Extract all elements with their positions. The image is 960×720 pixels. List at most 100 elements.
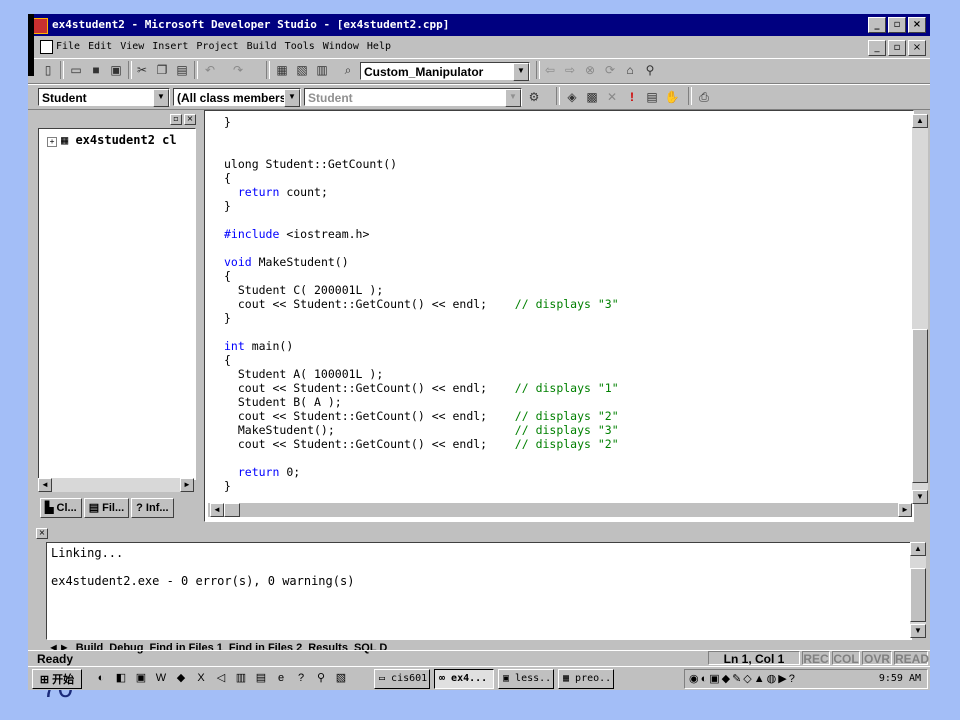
scroll-down-button[interactable]: ▼ xyxy=(912,490,928,504)
scroll-left-button[interactable]: ◄ xyxy=(38,478,52,492)
task-button-lesson[interactable]: ▣ less... xyxy=(498,669,554,689)
quicklaunch-icon[interactable]: ▤ xyxy=(254,671,268,685)
new-file-icon[interactable]: ▯ xyxy=(40,62,56,78)
close-button[interactable]: × xyxy=(908,17,926,33)
undo-icon[interactable]: ↶ xyxy=(202,62,218,78)
find-combo[interactable]: Custom_Manipulator ▼ xyxy=(360,62,530,81)
chevron-down-icon[interactable]: ▼ xyxy=(153,89,169,107)
menu-item-help[interactable]: Help xyxy=(367,41,391,52)
home-icon[interactable]: ⌂ xyxy=(622,62,638,78)
class-combo[interactable]: Student ▼ xyxy=(38,88,170,107)
chevron-down-icon[interactable]: ▼ xyxy=(284,89,300,107)
scroll-right-button[interactable]: ► xyxy=(898,503,912,517)
editor-vertical-scrollbar[interactable]: ▲ ▼ xyxy=(912,114,928,504)
tab-classview[interactable]: ▙ Cl... xyxy=(40,498,82,518)
maximize-button[interactable]: ▫ xyxy=(888,17,906,33)
quicklaunch-icon[interactable]: ◐ xyxy=(94,671,108,685)
title-bar[interactable]: ex4student2 - Microsoft Developer Studio… xyxy=(28,14,930,36)
save-icon[interactable]: ■ xyxy=(88,62,104,78)
forward-arrow-icon[interactable]: ⇨ xyxy=(562,62,578,78)
quicklaunch-icon[interactable]: ◧ xyxy=(114,671,128,685)
document-icon[interactable] xyxy=(40,40,53,54)
tray-icons[interactable]: ◉◐▣◆✎◇▲◍▶? xyxy=(689,672,797,685)
chevron-down-icon[interactable]: ▼ xyxy=(505,89,521,107)
speaker-icon[interactable]: ◁ xyxy=(214,671,228,685)
window-list-icon[interactable]: ▥ xyxy=(314,62,330,78)
browser-icon[interactable]: e xyxy=(274,671,288,685)
stop-build-icon[interactable]: ✕ xyxy=(604,89,620,105)
redo-icon[interactable]: ↷ xyxy=(230,62,246,78)
menu-item-insert[interactable]: Insert xyxy=(152,41,188,52)
binoculars-icon[interactable]: ⚲ xyxy=(642,62,658,78)
back-arrow-icon[interactable]: ⇦ xyxy=(542,62,558,78)
task-button-cis601[interactable]: ▭ cis601 xyxy=(374,669,430,689)
app-icon[interactable] xyxy=(32,18,48,34)
doc-minimize-button[interactable]: _ xyxy=(868,40,886,56)
output-box[interactable]: Linking... ex4student2.exe - 0 error(s), … xyxy=(46,542,912,640)
chevron-down-icon[interactable]: ▼ xyxy=(513,63,529,81)
word-icon[interactable]: W xyxy=(154,671,168,685)
output-close-button[interactable]: × xyxy=(36,528,48,539)
excel-icon[interactable]: X xyxy=(194,671,208,685)
doc-restore-button[interactable]: ▫ xyxy=(888,40,906,56)
quicklaunch-icon[interactable]: ▣ xyxy=(134,671,148,685)
start-button[interactable]: ⊞ 开始 xyxy=(32,669,82,689)
scroll-up-button[interactable]: ▲ xyxy=(912,114,928,128)
task-button-preo[interactable]: ▦ preo... xyxy=(558,669,614,689)
doc-close-button[interactable]: × xyxy=(908,40,926,56)
paste-icon[interactable]: ▤ xyxy=(174,62,190,78)
menu-item-tools[interactable]: Tools xyxy=(285,41,315,52)
go-icon[interactable]: ▤ xyxy=(644,89,660,105)
tab-infoview[interactable]: ? Inf... xyxy=(131,498,174,518)
execute-icon[interactable]: ! xyxy=(624,89,640,105)
output-scrollbar[interactable]: ▲ ▼ xyxy=(910,542,926,638)
task-button-devstudio[interactable]: ∞ ex4... xyxy=(434,669,494,689)
expand-icon[interactable]: + xyxy=(47,137,57,147)
scroll-thumb[interactable] xyxy=(910,568,926,622)
scroll-right-button[interactable]: ► xyxy=(180,478,194,492)
find-in-files-icon[interactable]: ⌕ xyxy=(340,62,356,78)
workspace-window-icon[interactable]: ▦ xyxy=(274,62,290,78)
search-icon[interactable]: ⚲ xyxy=(314,671,328,685)
scroll-up-button[interactable]: ▲ xyxy=(910,542,926,556)
tab-fileview[interactable]: ▤ Fil... xyxy=(83,498,130,518)
menu-item-edit[interactable]: Edit xyxy=(88,41,112,52)
menu-item-file[interactable]: File xyxy=(56,41,80,52)
workspace-maximize-button[interactable]: ▫ xyxy=(170,114,182,125)
scroll-down-button[interactable]: ▼ xyxy=(910,624,926,638)
wizard-action-icon[interactable]: ⚙ xyxy=(526,89,542,105)
help-icon[interactable]: ? xyxy=(294,671,308,685)
quicklaunch-icon[interactable]: ▥ xyxy=(234,671,248,685)
copy-icon[interactable]: ❐ xyxy=(154,62,170,78)
tree-root-node[interactable]: + ▦ ex4student2 cl xyxy=(47,133,177,147)
menu-item-view[interactable]: View xyxy=(120,41,144,52)
member-combo[interactable]: Student ▼ xyxy=(304,88,522,107)
workspace-close-button[interactable]: × xyxy=(184,114,196,125)
code-editor[interactable]: } ulong Student::GetCount(){ return count… xyxy=(204,110,914,522)
taskbar: ⊞ 开始 ◐ ◧ ▣ W ◆ X ◁ ▥ ▤ e ? ⚲ ▧ ▭ cis601 … xyxy=(28,666,930,690)
quicklaunch-icon[interactable]: ◆ xyxy=(174,671,188,685)
workspace-scrollbar[interactable]: ◄ ► xyxy=(38,478,194,492)
breakpoint-hand-icon[interactable]: ✋ xyxy=(664,89,680,105)
save-all-icon[interactable]: ▣ xyxy=(108,62,124,78)
open-folder-icon[interactable]: ▭ xyxy=(68,62,84,78)
menu-item-window[interactable]: Window xyxy=(323,41,359,52)
output-window-icon[interactable]: ▧ xyxy=(294,62,310,78)
cut-icon[interactable]: ✂ xyxy=(134,62,150,78)
refresh-icon[interactable]: ⟳ xyxy=(602,62,618,78)
tree-root-label: ex4student2 cl xyxy=(75,133,177,147)
stop-icon[interactable]: ⊗ xyxy=(582,62,598,78)
quicklaunch-icon[interactable]: ▧ xyxy=(334,671,348,685)
build-icon[interactable]: ▩ xyxy=(584,89,600,105)
minimize-button[interactable]: _ xyxy=(868,17,886,33)
print-icon[interactable]: ⎙ xyxy=(696,89,712,105)
scroll-left-button[interactable]: ◄ xyxy=(210,503,224,517)
scroll-thumb[interactable] xyxy=(224,503,240,517)
compile-icon[interactable]: ◈ xyxy=(564,89,580,105)
editor-horizontal-scrollbar[interactable]: ◄ ► xyxy=(208,503,912,517)
scroll-thumb[interactable] xyxy=(912,329,928,483)
filter-combo[interactable]: (All class members) ▼ xyxy=(173,88,301,107)
code-line: cout << Student::GetCount() << endl; // … xyxy=(224,381,619,395)
menu-item-build[interactable]: Build xyxy=(247,41,277,52)
menu-item-project[interactable]: Project xyxy=(196,41,238,52)
